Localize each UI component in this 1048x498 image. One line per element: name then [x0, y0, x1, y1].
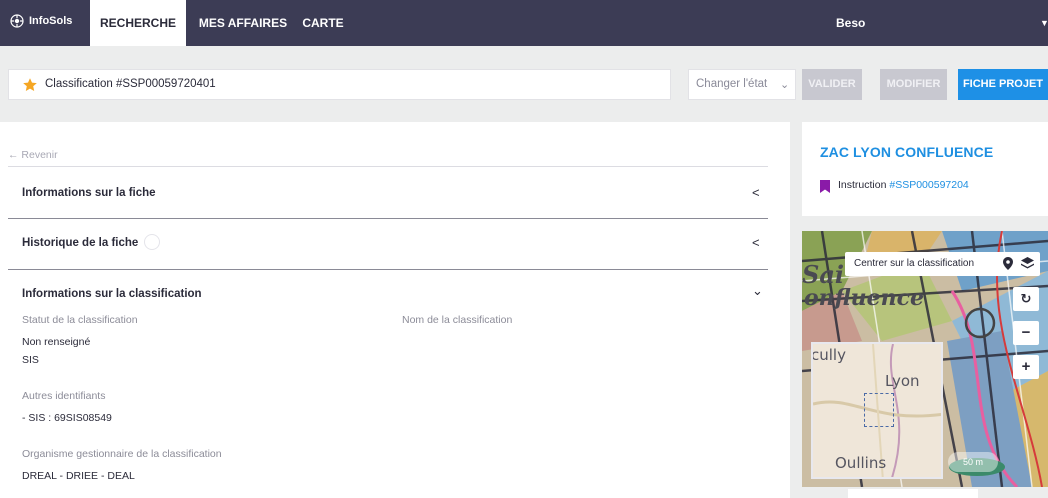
zoom-in-icon[interactable]: + — [1013, 355, 1039, 379]
autres-identifiants-value: - SIS : 69SIS08549 — [22, 412, 112, 424]
bookmark-icon — [820, 180, 830, 193]
minimap-viewport[interactable] — [864, 393, 894, 427]
map-footer — [848, 489, 978, 498]
brand-name: InfoSols — [29, 15, 73, 27]
zoom-out-icon[interactable]: − — [1013, 321, 1039, 345]
layers-icon[interactable] — [1021, 257, 1034, 270]
change-state-select[interactable]: Changer l'état ⌄ — [688, 69, 796, 100]
classification-details-panel: ← Revenir Informations sur la fiche < Hi… — [0, 122, 790, 498]
tab-recherche[interactable]: RECHERCHE — [90, 0, 186, 46]
statut-value-2: SIS — [22, 354, 39, 366]
chevron-down-icon[interactable]: ▼ — [1040, 18, 1048, 28]
center-button-label: Centrer sur la classification — [854, 258, 975, 269]
organisme-value: DREAL - DRIEE - DEAL — [22, 470, 135, 482]
project-title[interactable]: ZAC LYON CONFLUENCE — [820, 144, 993, 160]
brand-logo[interactable]: InfoSols — [10, 14, 72, 28]
tab-carte[interactable]: CARTE — [300, 0, 346, 46]
classification-title-box: Classification #SSP00059720401 — [8, 69, 671, 100]
star-icon[interactable] — [22, 77, 38, 93]
chevron-left-icon[interactable]: < — [752, 185, 760, 200]
map-label-confluence: onfluence — [804, 285, 924, 311]
organisme-label: Organisme gestionnaire de la classificat… — [22, 448, 222, 460]
user-menu[interactable]: Beso — [836, 0, 865, 46]
nom-label: Nom de la classification — [402, 314, 513, 326]
center-on-classification-button[interactable]: Centrer sur la classification — [845, 252, 1040, 276]
project-sheet-button[interactable]: FICHE PROJET — [958, 69, 1048, 100]
minimap-label-cully: cully — [811, 346, 846, 364]
change-state-label: Changer l'état — [696, 78, 768, 90]
chevron-down-icon[interactable]: ⌄ — [752, 283, 763, 299]
back-link[interactable]: ← Revenir — [8, 149, 58, 161]
instruction-line: Instruction #SSP000597204 — [838, 179, 969, 191]
instruction-prefix: Instruction — [838, 179, 890, 191]
info-icon[interactable] — [144, 234, 161, 250]
instruction-link[interactable]: #SSP000597204 — [889, 179, 968, 191]
project-card: ZAC LYON CONFLUENCE Instruction #SSP0005… — [802, 122, 1048, 216]
map-scale: 50 m — [948, 452, 998, 472]
divider — [8, 166, 768, 167]
modify-button[interactable]: MODIFIER — [880, 69, 947, 100]
tab-mes-affaires[interactable]: MES AFFAIRES — [194, 0, 292, 46]
chevron-down-icon: ⌄ — [780, 79, 790, 91]
overview-minimap[interactable]: cully Lyon Oullins — [811, 342, 943, 479]
map-view[interactable]: Sai onfluence Centrer sur la classificat… — [802, 231, 1048, 487]
divider — [8, 269, 768, 270]
section-historique-label: Historique de la fiche — [22, 237, 139, 250]
autres-identifiants-label: Autres identifiants — [22, 390, 106, 402]
divider — [8, 218, 768, 219]
section-historique-title[interactable]: Historique de la fiche — [22, 234, 161, 251]
section-classification-title[interactable]: Informations sur la classification — [22, 288, 202, 300]
statut-label: Statut de la classification — [22, 314, 138, 326]
reset-rotation-icon[interactable]: ↻ — [1013, 287, 1039, 311]
map-pin-icon[interactable] — [1003, 257, 1013, 270]
validate-button[interactable]: VALIDER — [802, 69, 862, 100]
chevron-left-icon[interactable]: < — [752, 235, 760, 250]
minimap-label-lyon: Lyon — [885, 372, 920, 390]
statut-value: Non renseigné — [22, 336, 91, 348]
section-fiche-info-title[interactable]: Informations sur la fiche — [22, 187, 156, 199]
minimap-label-oullins: Oullins — [835, 454, 887, 472]
classification-title: Classification #SSP00059720401 — [45, 78, 216, 90]
top-navigation: InfoSols RECHERCHE MES AFFAIRES CARTE Be… — [0, 0, 1048, 46]
infosols-logo-icon — [10, 14, 24, 28]
